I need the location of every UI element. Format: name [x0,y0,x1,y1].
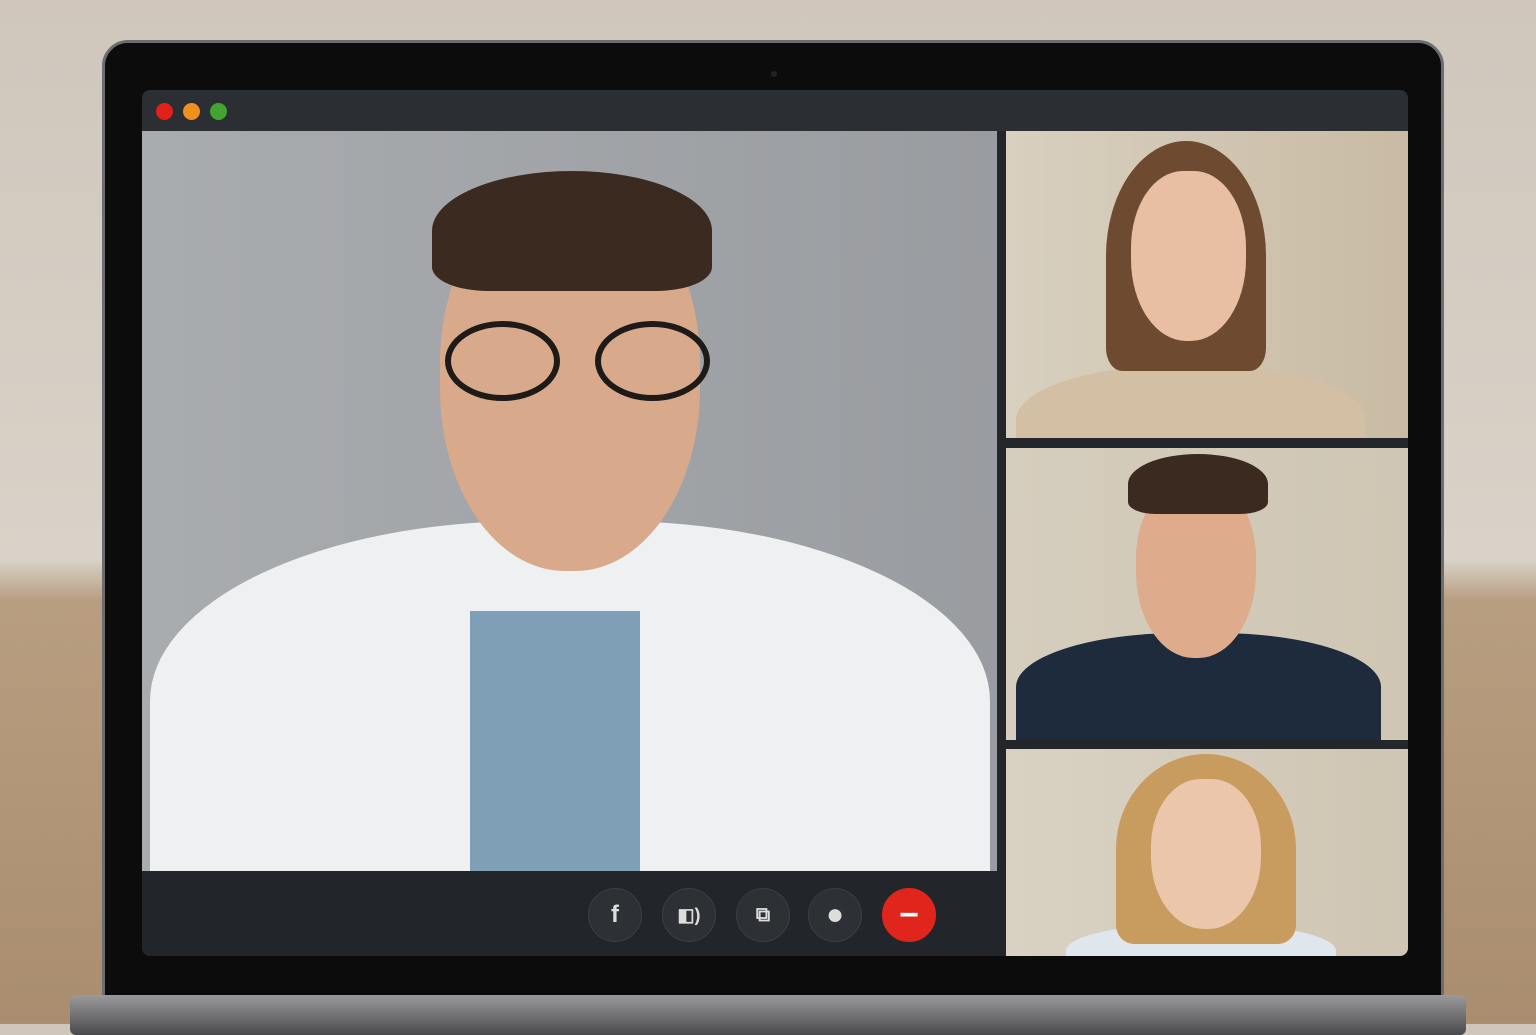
maximize-window-button[interactable] [210,103,227,120]
main-speaker-figure [142,131,997,871]
record-button[interactable]: ● [808,888,862,942]
hair [431,171,712,291]
main-speaker-video[interactable] [142,131,997,871]
participant-1-figure [1006,131,1408,438]
face [1151,779,1261,929]
end-call-button[interactable]: − [882,888,936,942]
speaker-icon: ◧) [677,904,701,925]
participant-video-1[interactable] [1006,131,1408,438]
participant-3-figure [1006,749,1408,956]
screen-share-button[interactable]: ⧉ [736,888,790,942]
shirt [469,611,640,871]
record-icon: ● [825,898,845,931]
call-controls-bar: f ◧) ⧉ ● − [142,871,1004,956]
video-call-window: f ◧) ⧉ ● − [142,90,1408,956]
audio-button[interactable]: ◧) [662,888,716,942]
face [1131,171,1246,341]
end-call-icon: − [899,895,919,934]
sweater [1016,366,1366,438]
laptop-base [70,995,1466,1035]
webcam [771,71,777,77]
title-bar [142,90,1408,131]
screen-share-icon: ⧉ [755,903,771,926]
facebook-icon: f [611,901,619,928]
glasses-left [444,321,560,401]
glasses-right [594,321,710,401]
facebook-share-button[interactable]: f [588,888,642,942]
hair [1128,454,1268,514]
close-window-button[interactable] [156,103,173,120]
participant-2-figure [1006,448,1408,740]
participant-video-2[interactable] [1006,448,1408,740]
participant-video-3[interactable] [1006,749,1408,956]
minimize-window-button[interactable] [183,103,200,120]
